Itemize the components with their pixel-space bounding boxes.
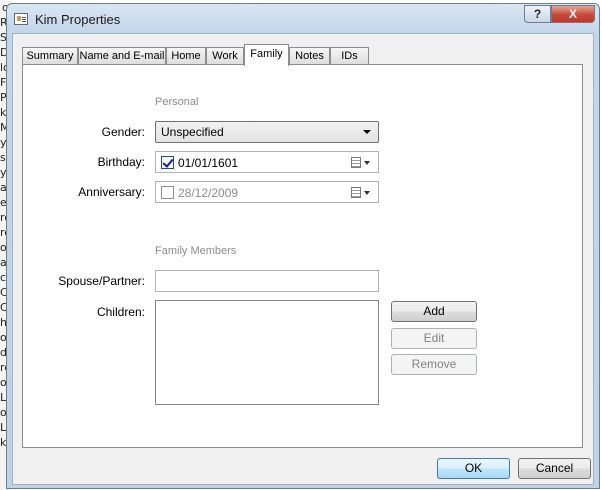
calendar-icon[interactable] — [351, 157, 361, 168]
close-button[interactable]: X — [551, 5, 595, 23]
tab-name-and-email[interactable]: Name and E-mail — [78, 47, 166, 65]
tab-work[interactable]: Work — [206, 47, 244, 65]
birthday-checkbox[interactable] — [161, 156, 174, 169]
family-tab-panel: Personal Gender: Unspecified Birthday: 0… — [22, 64, 583, 448]
gender-dropdown[interactable]: Unspecified — [155, 121, 379, 143]
tab-family[interactable]: Family — [244, 44, 289, 66]
edit-child-button[interactable]: Edit — [391, 328, 477, 349]
remove-child-button[interactable]: Remove — [391, 354, 477, 375]
children-list[interactable] — [155, 300, 379, 405]
birthday-date-picker[interactable]: 01/01/1601 — [155, 151, 379, 173]
help-button[interactable]: ? — [524, 5, 551, 23]
children-label: Children: — [96, 305, 145, 319]
dialog-client-area: Summary Name and E-mail Home Work Family… — [12, 33, 594, 485]
anniversary-label: Anniversary: — [78, 185, 145, 199]
birthday-label: Birthday: — [97, 155, 145, 169]
spouse-label: Spouse/Partner: — [58, 274, 145, 288]
title-bar[interactable]: Kim Properties ? X — [7, 4, 599, 34]
gender-selected-value: Unspecified — [161, 125, 224, 139]
tab-summary[interactable]: Summary — [22, 47, 78, 65]
tab-home[interactable]: Home — [166, 47, 206, 65]
birthday-value: 01/01/1601 — [178, 156, 239, 170]
window-title: Kim Properties — [35, 12, 121, 27]
tab-ids[interactable]: IDs — [330, 47, 369, 65]
personal-heading: Personal — [155, 96, 199, 108]
properties-dialog: Kim Properties ? X Summary Name and E-ma… — [6, 3, 600, 489]
gender-label: Gender: — [101, 125, 145, 139]
cancel-button[interactable]: Cancel — [518, 458, 591, 479]
anniversary-checkbox[interactable] — [161, 186, 174, 199]
calendar-icon[interactable] — [351, 187, 361, 198]
calendar-dropdown-icon[interactable] — [364, 161, 370, 165]
ok-button[interactable]: OK — [437, 458, 510, 479]
contact-card-icon — [14, 13, 28, 25]
calendar-dropdown-icon[interactable] — [364, 191, 370, 195]
spouse-input[interactable] — [155, 270, 379, 292]
anniversary-date-picker[interactable]: 28/12/2009 — [155, 181, 379, 203]
add-child-button[interactable]: Add — [391, 301, 477, 322]
chevron-down-icon — [363, 130, 371, 134]
family-members-heading: Family Members — [155, 245, 237, 257]
tab-notes[interactable]: Notes — [289, 47, 330, 65]
anniversary-value: 28/12/2009 — [178, 186, 239, 200]
